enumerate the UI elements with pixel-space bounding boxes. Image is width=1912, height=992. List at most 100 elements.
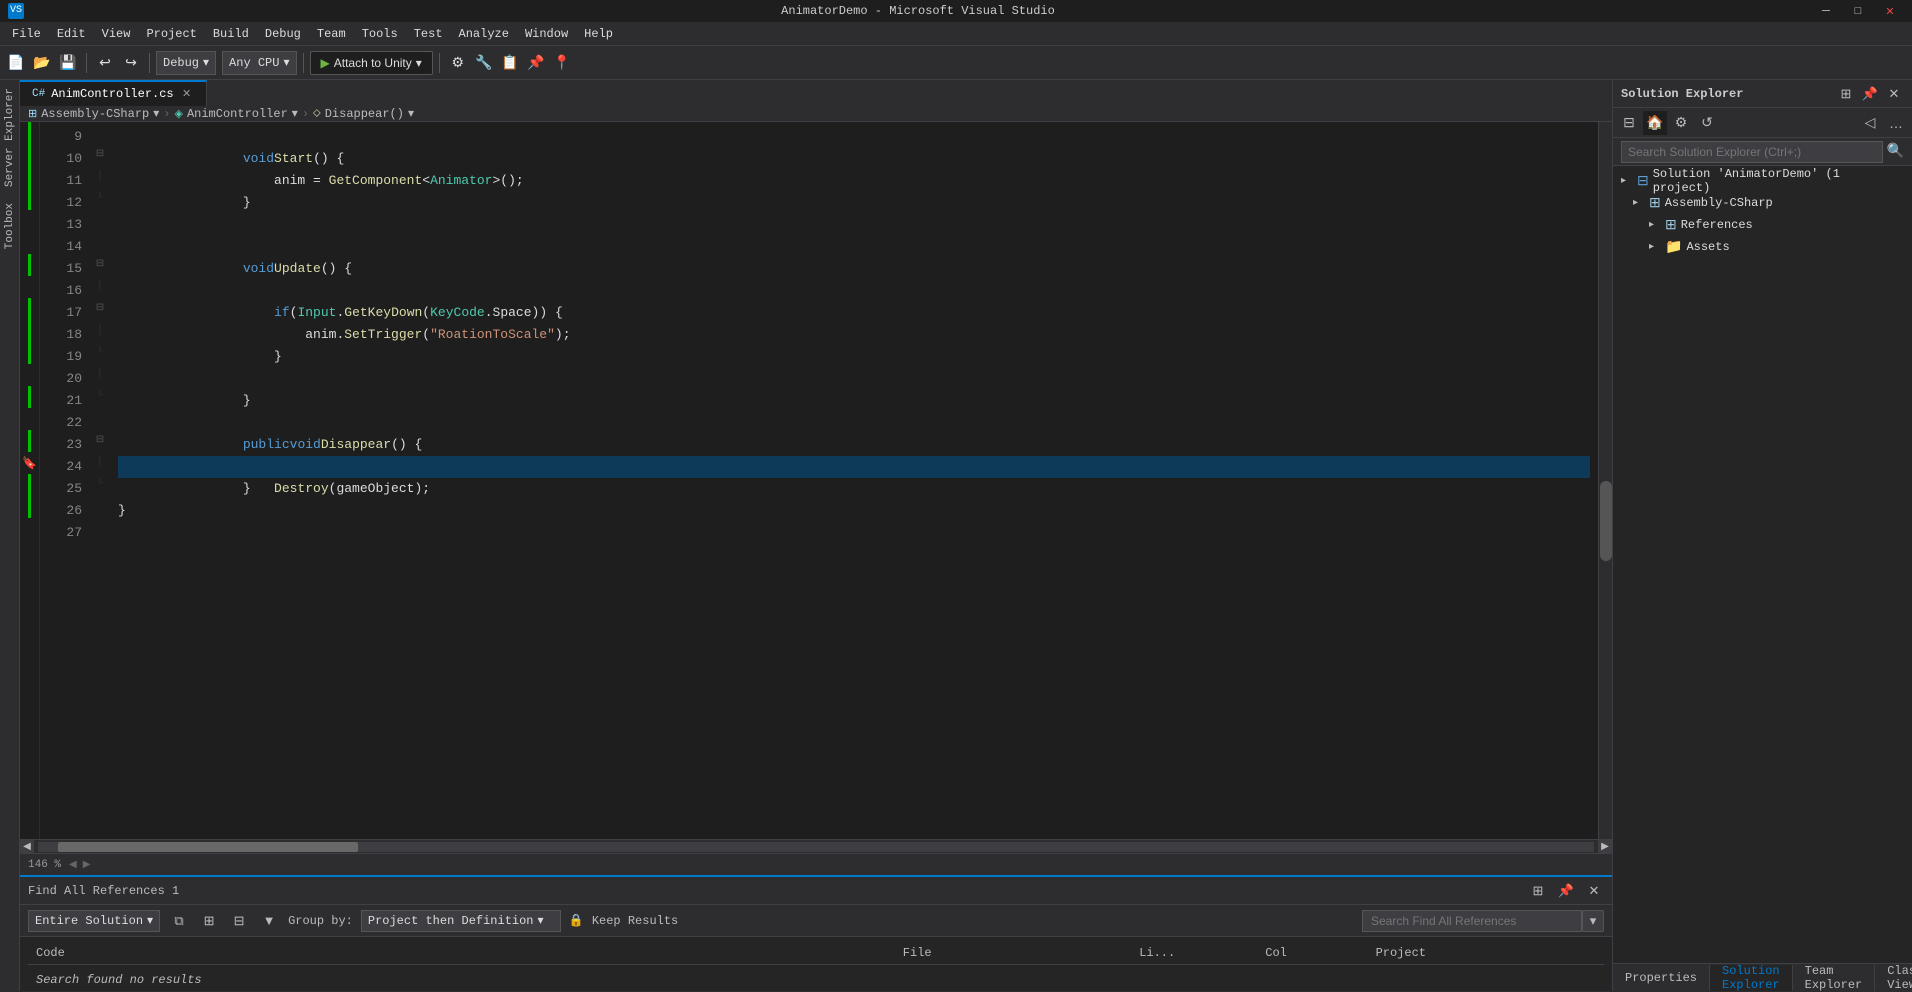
minimize-button[interactable]: ─ <box>1812 2 1840 20</box>
breadcrumb-member[interactable]: ⬦ Disappear() ▾ <box>313 106 414 121</box>
se-more-btn[interactable]: … <box>1884 111 1908 135</box>
fold-10[interactable]: ⊟ <box>90 144 110 166</box>
tab-close-animcontroller[interactable]: ✕ <box>180 87 194 101</box>
editor-tab-animcontroller[interactable]: C# AnimController.cs ✕ <box>20 80 207 106</box>
fold-17[interactable]: ⊟ <box>90 298 110 320</box>
menu-team[interactable]: Team <box>309 22 354 46</box>
code-line-13 <box>118 214 1590 236</box>
menu-view[interactable]: View <box>94 22 139 46</box>
se-solution-item[interactable]: ▸ ⊟ Solution 'AnimatorDemo' (1 project) <box>1613 170 1912 192</box>
server-explorer-tab[interactable]: Server Explorer <box>2 80 18 195</box>
find-results-header: Code File Li... Col Project <box>28 941 1604 965</box>
find-copy-btn[interactable]: ⧉ <box>168 910 190 932</box>
group-by-dropdown[interactable]: Project then Definition ▾ <box>361 910 561 932</box>
menu-tools[interactable]: Tools <box>354 22 406 46</box>
right-tab-class-view[interactable]: Class View <box>1875 965 1912 991</box>
menu-debug[interactable]: Debug <box>257 22 309 46</box>
find-panel-float-btn[interactable]: ⊞ <box>1528 881 1548 901</box>
code-line-22 <box>118 412 1590 434</box>
fold-13 <box>90 210 110 232</box>
v-scroll-thumb[interactable] <box>1600 481 1612 561</box>
menu-project[interactable]: Project <box>138 22 204 46</box>
code-content[interactable]: void Start() { anim = GetComponent<Anima… <box>110 122 1598 839</box>
save-btn[interactable]: 💾 <box>56 51 80 75</box>
toolbar-btn-2[interactable]: 🔧 <box>472 51 496 75</box>
col-project[interactable]: Project <box>1368 941 1604 965</box>
menu-build[interactable]: Build <box>205 22 257 46</box>
fold-15[interactable]: ⊟ <box>90 254 110 276</box>
keep-results-label[interactable]: Keep Results <box>592 914 678 928</box>
menu-file[interactable]: File <box>4 22 49 46</box>
right-tab-solution-explorer[interactable]: Solution Explorer <box>1710 965 1793 991</box>
toolbar: 📄 📂 💾 ↩ ↪ Debug ▾ Any CPU ▾ ▶ Attach to … <box>0 46 1912 80</box>
maximize-button[interactable]: □ <box>1844 2 1872 20</box>
toolbar-separator-3 <box>303 53 304 73</box>
find-search-input[interactable] <box>1362 910 1582 932</box>
redo-btn[interactable]: ↪ <box>119 51 143 75</box>
col-code[interactable]: Code <box>28 941 895 965</box>
find-expand-btn[interactable]: ⊞ <box>198 910 220 932</box>
line-num-26: 26 <box>40 500 82 522</box>
se-close-btn[interactable]: ✕ <box>1884 84 1904 104</box>
find-panel-pin-btn[interactable]: 📌 <box>1556 881 1576 901</box>
breadcrumb-arrow-3: ▾ <box>408 106 414 121</box>
find-search-btn[interactable]: ▾ <box>1582 910 1604 932</box>
se-collapse-btn[interactable]: ⊟ <box>1617 111 1641 135</box>
horizontal-scroll-area[interactable]: ◀ ▶ <box>20 839 1612 853</box>
toolbar-btn-1[interactable]: ⚙ <box>446 51 470 75</box>
fold-column: ⊟ │ └ ⊟ │ ⊟ │ └ │ └ ⊟ │ └ <box>90 122 110 839</box>
se-project-label: Assembly-CSharp <box>1665 196 1773 210</box>
h-scroll-thumb[interactable] <box>58 842 358 852</box>
open-file-btn[interactable]: 📂 <box>30 51 54 75</box>
close-button[interactable]: ✕ <box>1876 2 1904 20</box>
se-references-item[interactable]: ▸ ⊞ References <box>1613 214 1912 236</box>
se-home-btn[interactable]: 🏠 <box>1643 111 1667 135</box>
debug-config-dropdown[interactable]: Debug ▾ <box>156 51 216 75</box>
right-bottom-bar: Properties Solution Explorer Team Explor… <box>1613 963 1912 991</box>
fold-23[interactable]: ⊟ <box>90 430 110 452</box>
menu-analyze[interactable]: Analyze <box>451 22 517 46</box>
se-pin-btn[interactable]: 📌 <box>1860 84 1880 104</box>
toolbar-btn-5[interactable]: 📍 <box>550 51 574 75</box>
toolbar-btn-4[interactable]: 📌 <box>524 51 548 75</box>
se-settings-btn[interactable]: ⚙ <box>1669 111 1693 135</box>
breadcrumb-sep-1: › <box>163 107 170 121</box>
menu-window[interactable]: Window <box>517 22 576 46</box>
vs-icon: VS <box>8 3 24 19</box>
breadcrumb-class[interactable]: ◈ AnimController ▾ <box>174 106 297 121</box>
find-collapse-btn[interactable]: ⊟ <box>228 910 250 932</box>
find-panel-close-btn[interactable]: ✕ <box>1584 881 1604 901</box>
toolbar-btn-3[interactable]: 📋 <box>498 51 522 75</box>
right-tab-team-explorer[interactable]: Team Explorer <box>1793 965 1876 991</box>
se-assets-icon: 📁 <box>1665 239 1682 256</box>
find-filter-btn[interactable]: ▼ <box>258 910 280 932</box>
gutter-24: 🔖 <box>20 452 39 474</box>
menu-edit[interactable]: Edit <box>49 22 94 46</box>
se-project-item[interactable]: ▸ ⊞ Assembly-CSharp <box>1613 192 1912 214</box>
new-project-btn[interactable]: 📄 <box>4 51 28 75</box>
vertical-scrollbar[interactable] <box>1598 122 1612 839</box>
se-float-btn[interactable]: ⊞ <box>1836 84 1856 104</box>
zoom-indicator[interactable]: 146 % <box>28 859 61 871</box>
col-file[interactable]: File <box>895 941 1131 965</box>
toolbox-tab[interactable]: Toolbox <box>2 195 18 257</box>
scroll-left-btn[interactable]: ◀ <box>20 840 34 854</box>
breadcrumb-member-icon: ⬦ <box>313 108 321 120</box>
attach-to-unity-button[interactable]: ▶ Attach to Unity ▾ <box>310 51 433 75</box>
se-assets-item[interactable]: ▸ 📁 Assets <box>1613 236 1912 258</box>
col-col[interactable]: Col <box>1257 941 1367 965</box>
undo-btn[interactable]: ↩ <box>93 51 117 75</box>
se-refresh-btn[interactable]: ↺ <box>1695 111 1719 135</box>
cpu-config-dropdown[interactable]: Any CPU ▾ <box>222 51 296 75</box>
breadcrumb-assembly[interactable]: ⊞ Assembly-CSharp ▾ <box>28 106 159 121</box>
col-line[interactable]: Li... <box>1131 941 1257 965</box>
h-scroll-track[interactable] <box>38 842 1594 852</box>
right-tab-properties[interactable]: Properties <box>1613 965 1710 991</box>
code-editor[interactable]: 🔖 9 10 11 12 13 14 15 16 17 <box>20 122 1612 875</box>
menu-test[interactable]: Test <box>406 22 451 46</box>
scroll-right-btn[interactable]: ▶ <box>1598 840 1612 854</box>
find-scope-dropdown[interactable]: Entire Solution ▾ <box>28 910 160 932</box>
se-expand-btn[interactable]: ◁ <box>1858 111 1882 135</box>
menu-help[interactable]: Help <box>576 22 621 46</box>
se-search-input[interactable] <box>1621 141 1883 163</box>
